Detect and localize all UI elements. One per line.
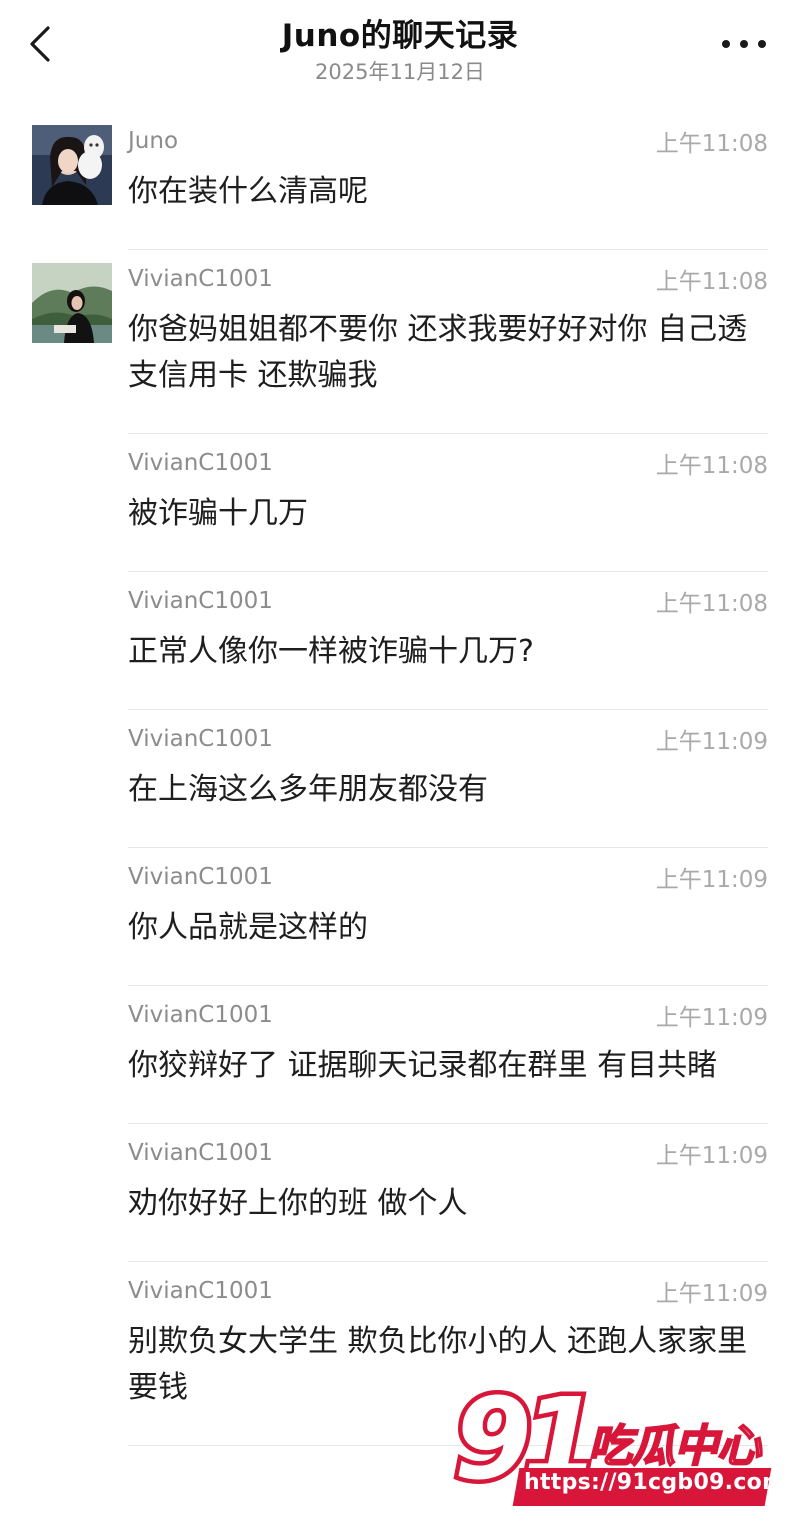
page-title: Juno的聊天记录 — [281, 18, 519, 54]
more-button[interactable] — [722, 30, 766, 58]
message-item[interactable]: VivianC1001 上午11:09 劝你好好上你的班 做个人 — [0, 1124, 800, 1262]
message-text: 在上海这么多年朋友都没有 — [128, 772, 488, 807]
sender-name: VivianC1001 — [128, 588, 273, 614]
message-item[interactable]: VivianC1001 上午11:09 你人品就是这样的 — [0, 848, 800, 986]
message-time: 上午11:09 — [655, 1005, 768, 1031]
message-text: 正常人像你一样被诈骗十几万? — [128, 634, 534, 669]
message-item[interactable]: VivianC1001 上午11:08 你爸妈姐姐都不要你 还求我要好好对你 自… — [0, 250, 800, 434]
message-text: 你狡辩好了 证据聊天记录都在群里 有目共睹 — [128, 1048, 718, 1083]
message-item[interactable]: Juno 上午11:08 你在装什么清高呢 — [0, 112, 800, 250]
message-item[interactable]: VivianC1001 上午11:08 正常人像你一样被诈骗十几万? — [0, 572, 800, 710]
sender-name: VivianC1001 — [128, 266, 273, 292]
sender-name: VivianC1001 — [128, 450, 273, 476]
message-time: 上午11:08 — [655, 453, 768, 479]
message-time: 上午11:08 — [655, 269, 768, 295]
watermark-logo: 91 吃瓜中心 https://91cgb09.com — [450, 1382, 786, 1522]
sender-name: VivianC1001 — [128, 864, 273, 890]
message-time: 上午11:09 — [655, 867, 768, 893]
message-text: 被诈骗十几万 — [128, 496, 308, 531]
message-time: 上午11:09 — [655, 729, 768, 755]
message-time: 上午11:09 — [655, 1143, 768, 1169]
sender-name: VivianC1001 — [128, 726, 273, 752]
message-text: 你爸妈姐姐都不要你 还求我要好好对你 自己透支信用卡 还欺骗我 — [128, 312, 748, 393]
more-dots-icon — [722, 40, 730, 48]
vivian-avatar-icon — [32, 263, 112, 343]
message-item[interactable]: VivianC1001 上午11:08 被诈骗十几万 — [0, 434, 800, 572]
sender-name: Juno — [128, 128, 179, 154]
message-item[interactable]: VivianC1001 上午11:09 你狡辩好了 证据聊天记录都在群里 有目共… — [0, 986, 800, 1124]
message-text: 劝你好好上你的班 做个人 — [128, 1186, 468, 1221]
sender-name: VivianC1001 — [128, 1002, 273, 1028]
message-time: 上午11:09 — [655, 1281, 768, 1307]
nav-bar: Juno的聊天记录 2025年11月12日 — [0, 0, 800, 100]
avatar[interactable] — [32, 263, 112, 343]
message-time: 上午11:08 — [655, 131, 768, 157]
watermark-brand: 吃瓜中心 — [587, 1420, 762, 1473]
message-text: 你人品就是这样的 — [128, 910, 368, 945]
sender-name: VivianC1001 — [128, 1278, 273, 1304]
message-text: 你在装什么清高呢 — [128, 174, 368, 209]
watermark-url: https://91cgb09.com — [524, 1470, 786, 1495]
sender-name: VivianC1001 — [128, 1140, 273, 1166]
page-date: 2025年11月12日 — [315, 60, 485, 84]
message-list: Juno 上午11:08 你在装什么清高呢 VivianC1001 上午11:0… — [0, 112, 800, 1446]
juno-avatar-icon — [32, 125, 112, 205]
avatar[interactable] — [32, 125, 112, 205]
message-time: 上午11:08 — [655, 591, 768, 617]
message-item[interactable]: VivianC1001 上午11:09 在上海这么多年朋友都没有 — [0, 710, 800, 848]
